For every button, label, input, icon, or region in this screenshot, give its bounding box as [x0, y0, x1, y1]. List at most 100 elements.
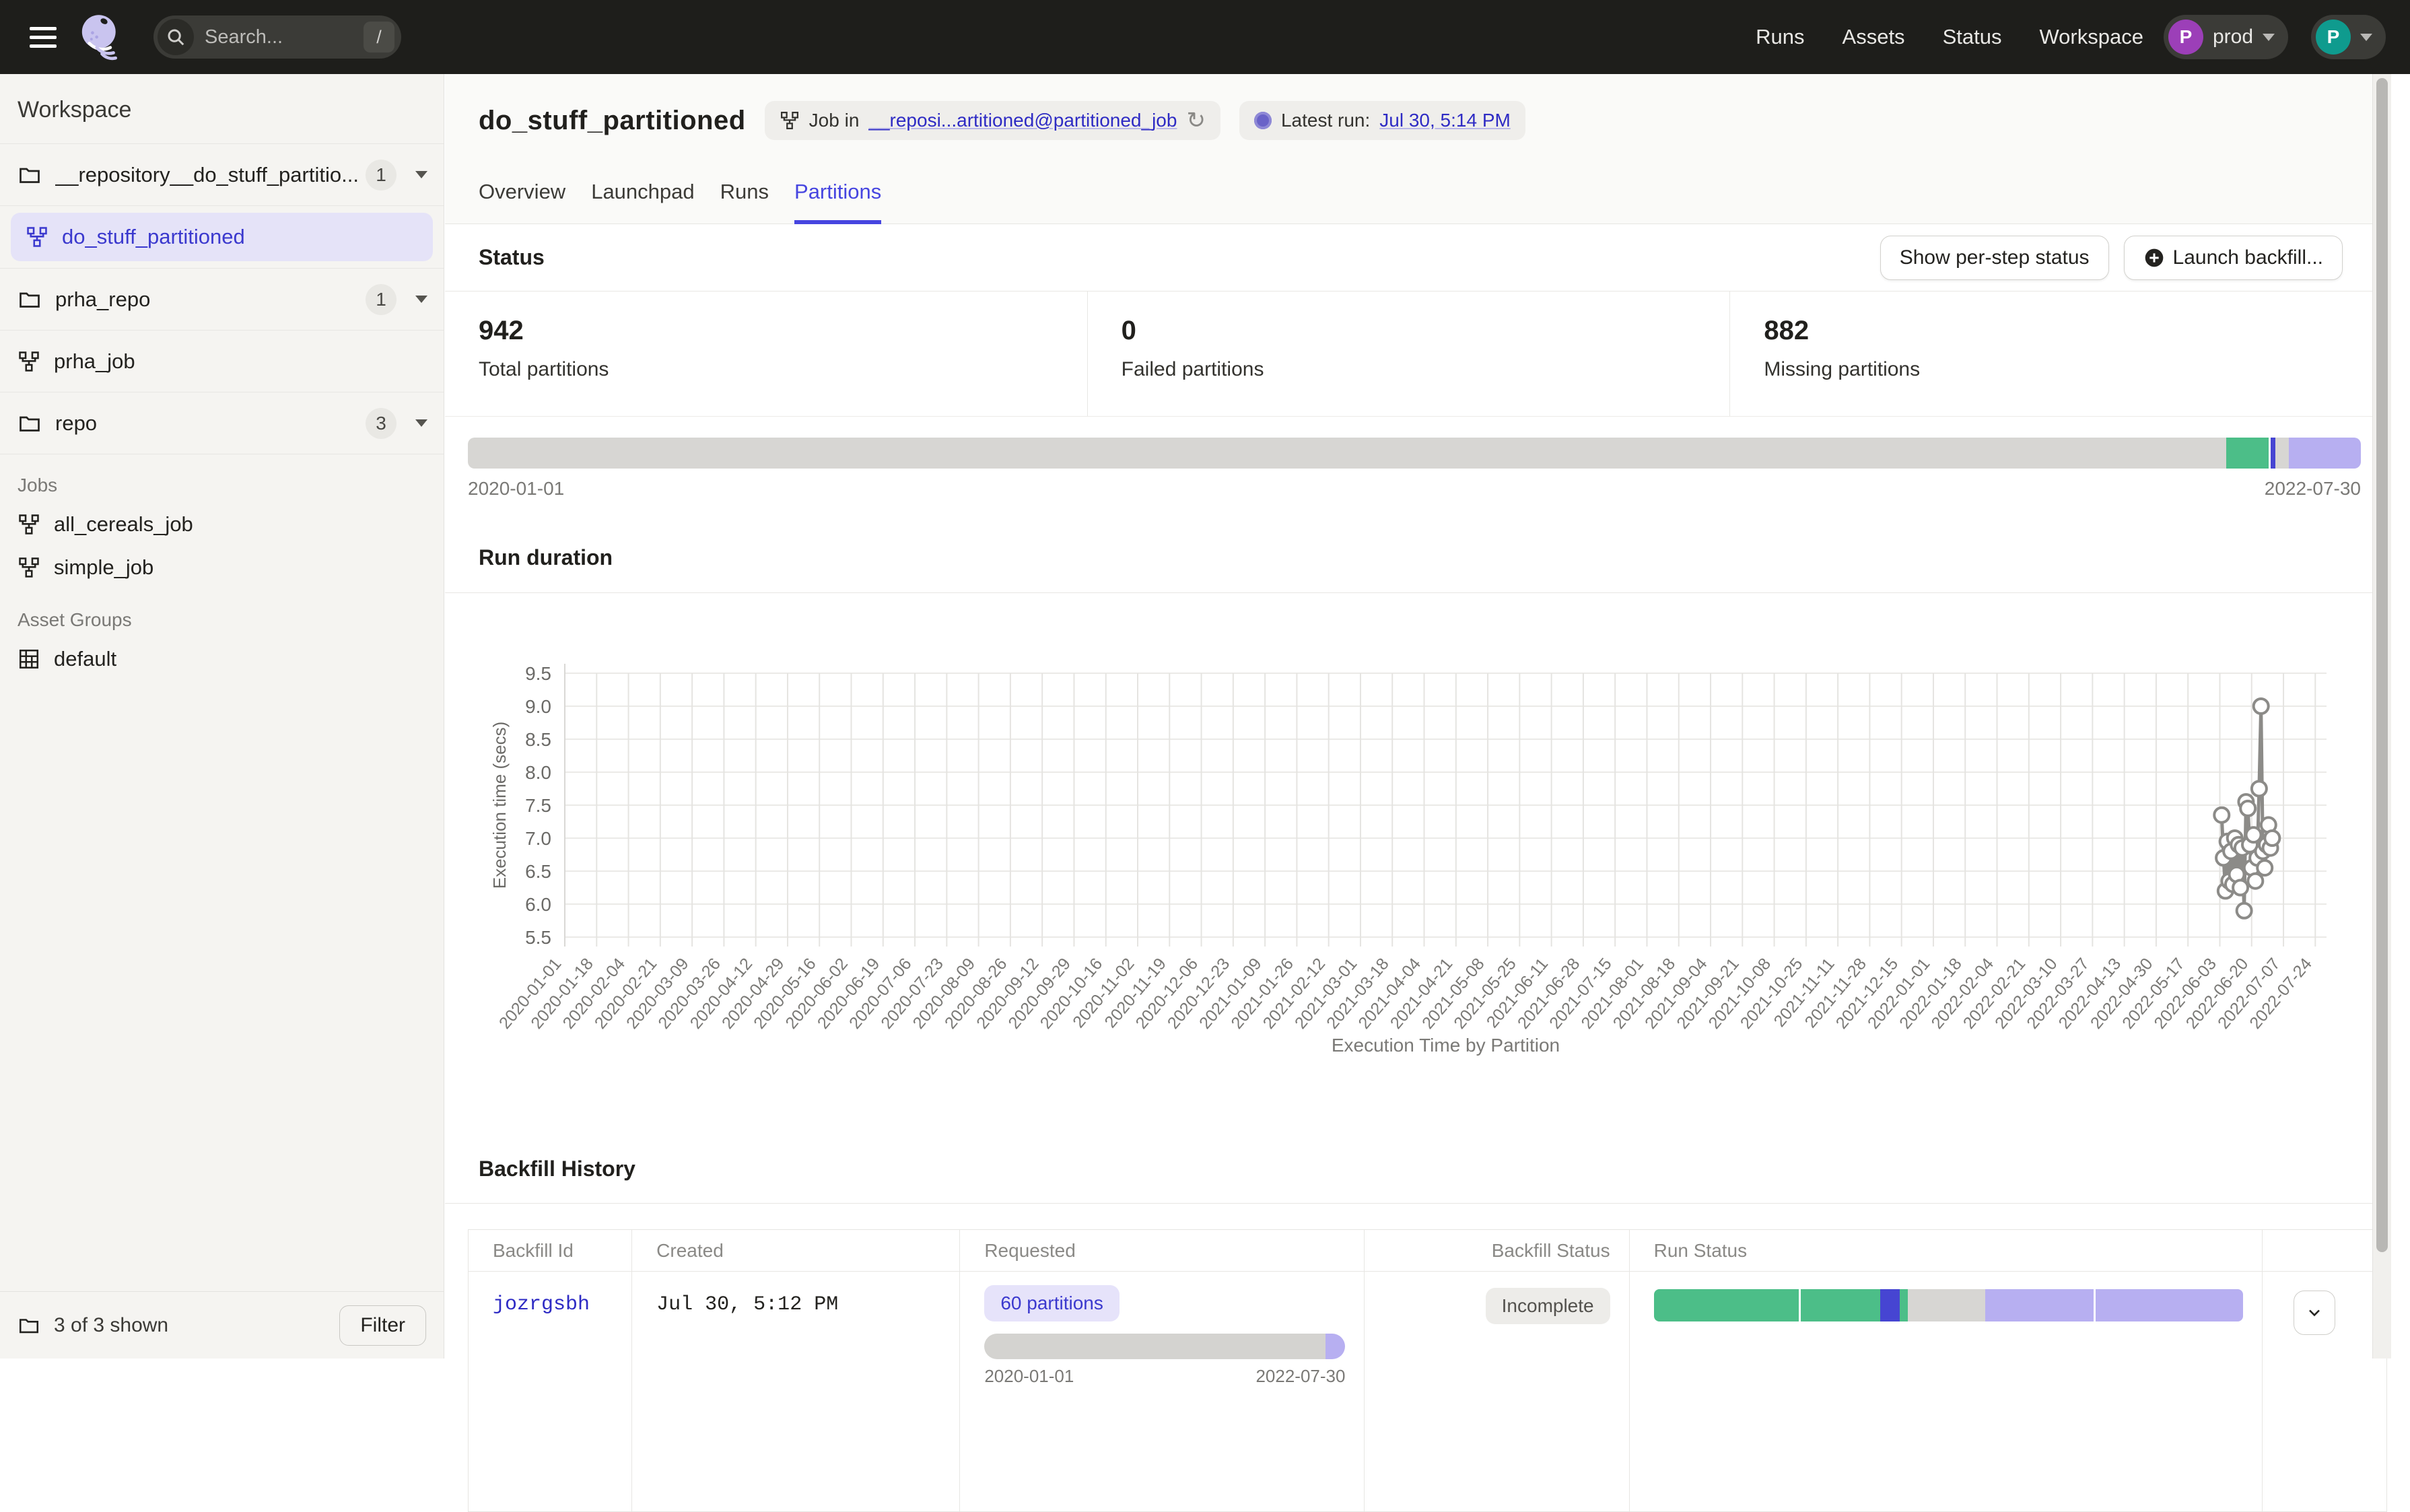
- job-icon: [18, 513, 40, 536]
- sidebar-item-simple-job[interactable]: simple_job: [0, 546, 444, 589]
- run-status-bar[interactable]: [1654, 1289, 2243, 1321]
- svg-text:9.0: 9.0: [525, 696, 551, 717]
- latest-run-link[interactable]: Jul 30, 5:14 PM: [1379, 110, 1511, 131]
- search-icon: [158, 19, 194, 55]
- chevron-down-icon: [2305, 1303, 2324, 1322]
- search-input[interactable]: Search... /: [153, 15, 401, 59]
- run-status-cell: [1629, 1272, 2262, 1511]
- backfill-id-link[interactable]: jozrgsbh: [493, 1272, 613, 1316]
- chevron-down-icon[interactable]: [415, 171, 427, 178]
- jobs-section-label: Jobs: [0, 454, 444, 503]
- partition-stats: 942 Total partitions 0 Failed partitions…: [445, 291, 2372, 417]
- repos-shown-count: 3 of 3 shown: [54, 1314, 168, 1337]
- divider: [445, 592, 2372, 593]
- run-status-dot-icon: [1254, 112, 1272, 129]
- chevron-down-icon: [2263, 34, 2275, 41]
- backfill-range-end: 2022-07-30: [1255, 1366, 1345, 1387]
- job-location-link[interactable]: __reposi...artitioned@partitioned_job: [868, 110, 1177, 131]
- latest-run-chip: Latest run: Jul 30, 5:14 PM: [1239, 101, 1525, 140]
- repo-count-badge: 1: [366, 284, 397, 315]
- chevron-down-icon[interactable]: [415, 296, 427, 303]
- hamburger-menu-icon[interactable]: [30, 22, 57, 53]
- stat-total-partitions: 942 Total partitions: [445, 291, 1087, 416]
- sidebar-repo-row[interactable]: __repository__do_stuff_partitio... 1: [0, 144, 444, 206]
- job-location-chip: Job in __reposi...artitioned@partitioned…: [765, 101, 1220, 140]
- tab-partitions[interactable]: Partitions: [794, 180, 881, 224]
- svg-text:Execution time (secs): Execution time (secs): [489, 722, 510, 889]
- backfill-progress-bar: [984, 1334, 1345, 1359]
- user-menu[interactable]: P: [2311, 15, 2386, 59]
- svg-text:9.5: 9.5: [525, 663, 551, 684]
- sidebar-repo-row[interactable]: prha_repo 1: [0, 269, 444, 331]
- backfill-table-row: jozrgsbh Jul 30, 5:12 PM 60 partitions 2…: [469, 1272, 2386, 1511]
- partition-status-bar-block: 2020-01-01 2022-07-30: [468, 438, 2361, 500]
- asset-group-icon: [18, 648, 40, 671]
- chevron-down-icon[interactable]: [415, 419, 427, 427]
- expand-row-button[interactable]: [2294, 1291, 2335, 1335]
- show-per-step-status-button[interactable]: Show per-step status: [1880, 236, 2109, 280]
- filter-button[interactable]: Filter: [339, 1305, 426, 1346]
- run-duration-chart[interactable]: 5.56.06.57.07.58.08.59.09.52020-01-01202…: [445, 621, 2372, 1153]
- deployment-switcher[interactable]: P prod: [2164, 15, 2288, 59]
- backfill-range-start: 2020-01-01: [984, 1366, 1074, 1387]
- nav-status[interactable]: Status: [1943, 25, 2002, 49]
- column-header-created: Created: [631, 1230, 959, 1271]
- repo-count-badge: 3: [366, 408, 397, 439]
- tab-runs[interactable]: Runs: [720, 180, 769, 224]
- main-content: do_stuff_partitioned Job in __reposi...a…: [445, 74, 2391, 1359]
- job-icon: [780, 110, 800, 131]
- svg-text:8.0: 8.0: [525, 762, 551, 783]
- job-icon: [18, 556, 40, 579]
- asset-groups-section-label: Asset Groups: [0, 589, 444, 638]
- folder-icon: [18, 411, 42, 436]
- column-header-backfill-status: Backfill Status: [1364, 1230, 1628, 1271]
- scrollbar-thumb[interactable]: [2376, 78, 2388, 1252]
- plus-circle-icon: [2143, 247, 2165, 269]
- svg-text:6.0: 6.0: [525, 894, 551, 915]
- partition-range-end: 2022-07-30: [2265, 478, 2361, 500]
- sidebar-footer: 3 of 3 shown Filter: [0, 1291, 444, 1359]
- sidebar-item-prha-job[interactable]: prha_job: [0, 331, 444, 392]
- vertical-scrollbar[interactable]: [2372, 74, 2391, 1359]
- nav-assets[interactable]: Assets: [1843, 25, 1905, 49]
- folder-icon: [18, 163, 42, 187]
- partition-status-bar[interactable]: [468, 438, 2361, 469]
- status-section-header: Status Show per-step status Launch backf…: [445, 224, 2372, 291]
- sidebar-item-default-asset-group[interactable]: default: [0, 638, 444, 681]
- job-icon: [18, 350, 40, 373]
- search-shortcut-key: /: [364, 22, 394, 53]
- nav-runs[interactable]: Runs: [1756, 25, 1804, 49]
- sidebar-repo-row[interactable]: repo 3: [0, 392, 444, 454]
- svg-text:7.0: 7.0: [525, 828, 551, 849]
- partition-range-start: 2020-01-01: [468, 478, 564, 500]
- reload-icon[interactable]: ↻: [1186, 109, 1206, 132]
- svg-text:7.5: 7.5: [525, 795, 551, 816]
- deployment-avatar: P: [2168, 20, 2203, 55]
- launch-backfill-button[interactable]: Launch backfill...: [2124, 236, 2343, 280]
- deployment-name: prod: [2213, 26, 2253, 48]
- repo-count-badge: 1: [366, 160, 397, 191]
- user-avatar: P: [2316, 20, 2351, 55]
- tab-launchpad[interactable]: Launchpad: [591, 180, 694, 224]
- column-header-backfill-id: Backfill Id: [469, 1230, 631, 1271]
- sidebar-item-do-stuff-partitioned-selected[interactable]: do_stuff_partitioned: [11, 213, 433, 261]
- svg-text:6.5: 6.5: [525, 861, 551, 882]
- backfill-table-header: Backfill Id Created Requested Backfill S…: [469, 1230, 2386, 1272]
- dagster-logo-icon[interactable]: [77, 11, 129, 63]
- requested-partitions-chip[interactable]: 60 partitions: [984, 1285, 1120, 1321]
- sidebar-item-all-cereals-job[interactable]: all_cereals_job: [0, 503, 444, 546]
- job-location-prefix: Job in: [809, 110, 860, 131]
- folder-icon: [18, 287, 42, 312]
- backfill-requested-cell: 60 partitions 2020-01-01 2022-07-30: [959, 1272, 1364, 1511]
- status-title: Status: [479, 245, 545, 270]
- stat-failed-partitions: 0 Failed partitions: [1087, 291, 1730, 416]
- latest-run-label: Latest run:: [1281, 110, 1370, 131]
- backfill-history-table: Backfill Id Created Requested Backfill S…: [468, 1229, 2387, 1512]
- svg-text:Execution Time by Partition: Execution Time by Partition: [1332, 1035, 1560, 1056]
- backfill-history-title: Backfill History: [479, 1157, 635, 1181]
- nav-workspace[interactable]: Workspace: [2039, 25, 2143, 49]
- column-header-requested: Requested: [959, 1230, 1364, 1271]
- tab-overview[interactable]: Overview: [479, 180, 565, 224]
- svg-text:5.5: 5.5: [525, 927, 551, 948]
- folder-icon: [18, 1314, 40, 1337]
